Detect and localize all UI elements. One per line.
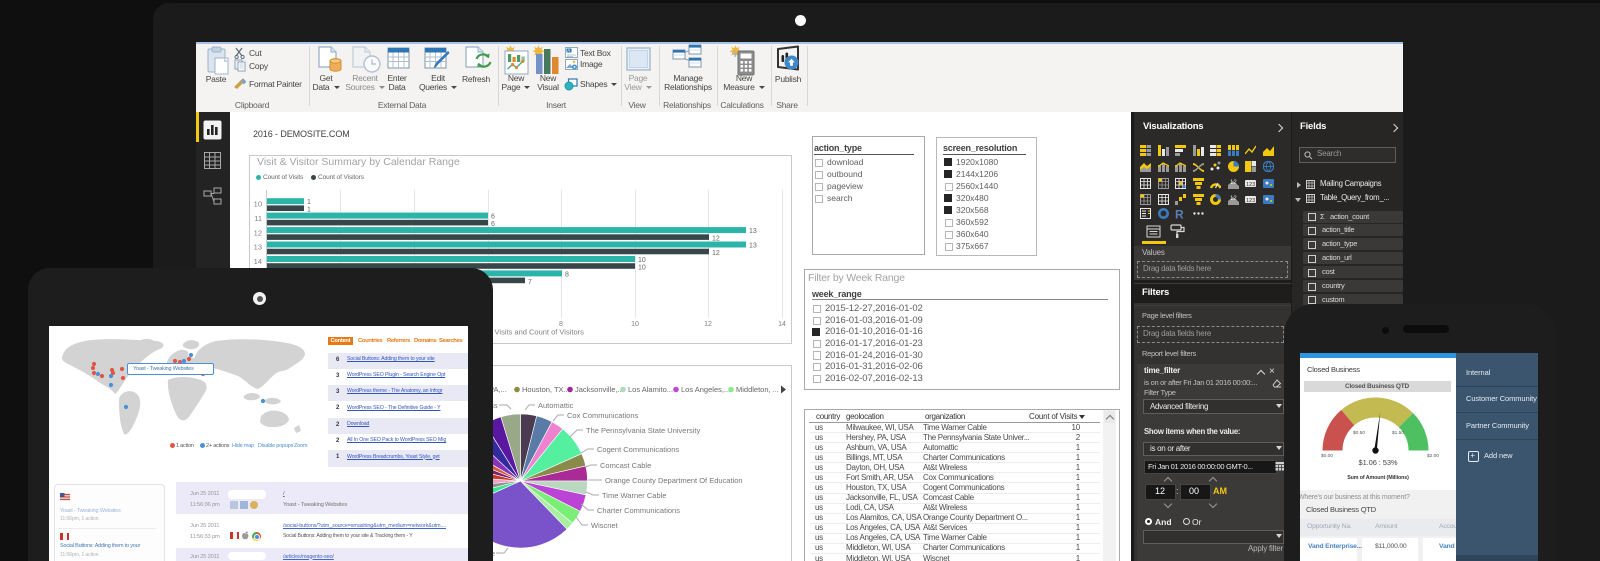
svg-text:11: 11 bbox=[254, 214, 262, 223]
svg-text:Orange County Department Of Ed: Orange County Department Of Education bbox=[605, 476, 743, 485]
svg-text:6: 6 bbox=[491, 221, 495, 228]
svg-text:The Pennsylvania State Univers: The Pennsylvania State University bbox=[586, 426, 700, 435]
svg-text:Automattic: Automattic bbox=[538, 401, 574, 410]
svg-text:Charter Communications: Charter Communications bbox=[597, 506, 680, 515]
svg-text:13: 13 bbox=[749, 243, 757, 250]
svg-text:10: 10 bbox=[638, 257, 646, 264]
svg-text:Los Alamito...: Los Alamito... bbox=[628, 385, 673, 394]
svg-text:14: 14 bbox=[778, 321, 786, 328]
svg-text:Middleton, ...: Middleton, ... bbox=[736, 385, 779, 394]
svg-text:$0.00: $0.00 bbox=[1321, 453, 1333, 459]
svg-text:R: R bbox=[1175, 208, 1184, 219]
svg-text:Cogent Communications: Cogent Communications bbox=[597, 445, 679, 454]
svg-text:10: 10 bbox=[631, 321, 639, 328]
svg-text:Wiscnet: Wiscnet bbox=[591, 521, 619, 530]
svg-text:12: 12 bbox=[712, 250, 720, 257]
svg-text:Los Angeles,...: Los Angeles,... bbox=[681, 385, 730, 394]
svg-text:Time Warner Cable: Time Warner Cable bbox=[602, 491, 666, 500]
svg-text:7: 7 bbox=[528, 279, 532, 286]
svg-text:$0.50: $0.50 bbox=[1353, 430, 1365, 436]
svg-text:Comcast Cable: Comcast Cable bbox=[600, 461, 651, 470]
svg-text:$2.00: $2.00 bbox=[1427, 453, 1439, 459]
svg-text:12: 12 bbox=[1230, 196, 1237, 202]
svg-text:1: 1 bbox=[307, 207, 311, 214]
svg-text:12: 12 bbox=[254, 229, 262, 238]
svg-text:Jacksonville,...: Jacksonville,... bbox=[575, 385, 624, 394]
svg-text:14: 14 bbox=[254, 257, 262, 266]
svg-text:8: 8 bbox=[565, 272, 569, 279]
svg-text:12: 12 bbox=[1230, 180, 1237, 186]
svg-text:Cox Communications: Cox Communications bbox=[567, 411, 639, 420]
svg-text:10: 10 bbox=[254, 200, 262, 209]
svg-text:123: 123 bbox=[1246, 181, 1255, 187]
svg-text:1: 1 bbox=[307, 199, 311, 206]
svg-text:A: A bbox=[567, 48, 570, 53]
svg-text:$1.50: $1.50 bbox=[1392, 430, 1404, 436]
svg-text:123: 123 bbox=[1246, 198, 1255, 204]
svg-text:13: 13 bbox=[749, 228, 757, 235]
svg-text:12: 12 bbox=[704, 321, 712, 328]
svg-text:12: 12 bbox=[712, 236, 720, 243]
svg-text:10: 10 bbox=[638, 265, 646, 272]
svg-text:Houston, TX...: Houston, TX... bbox=[522, 385, 570, 394]
svg-text:13: 13 bbox=[254, 243, 262, 252]
svg-text:6: 6 bbox=[491, 214, 495, 221]
